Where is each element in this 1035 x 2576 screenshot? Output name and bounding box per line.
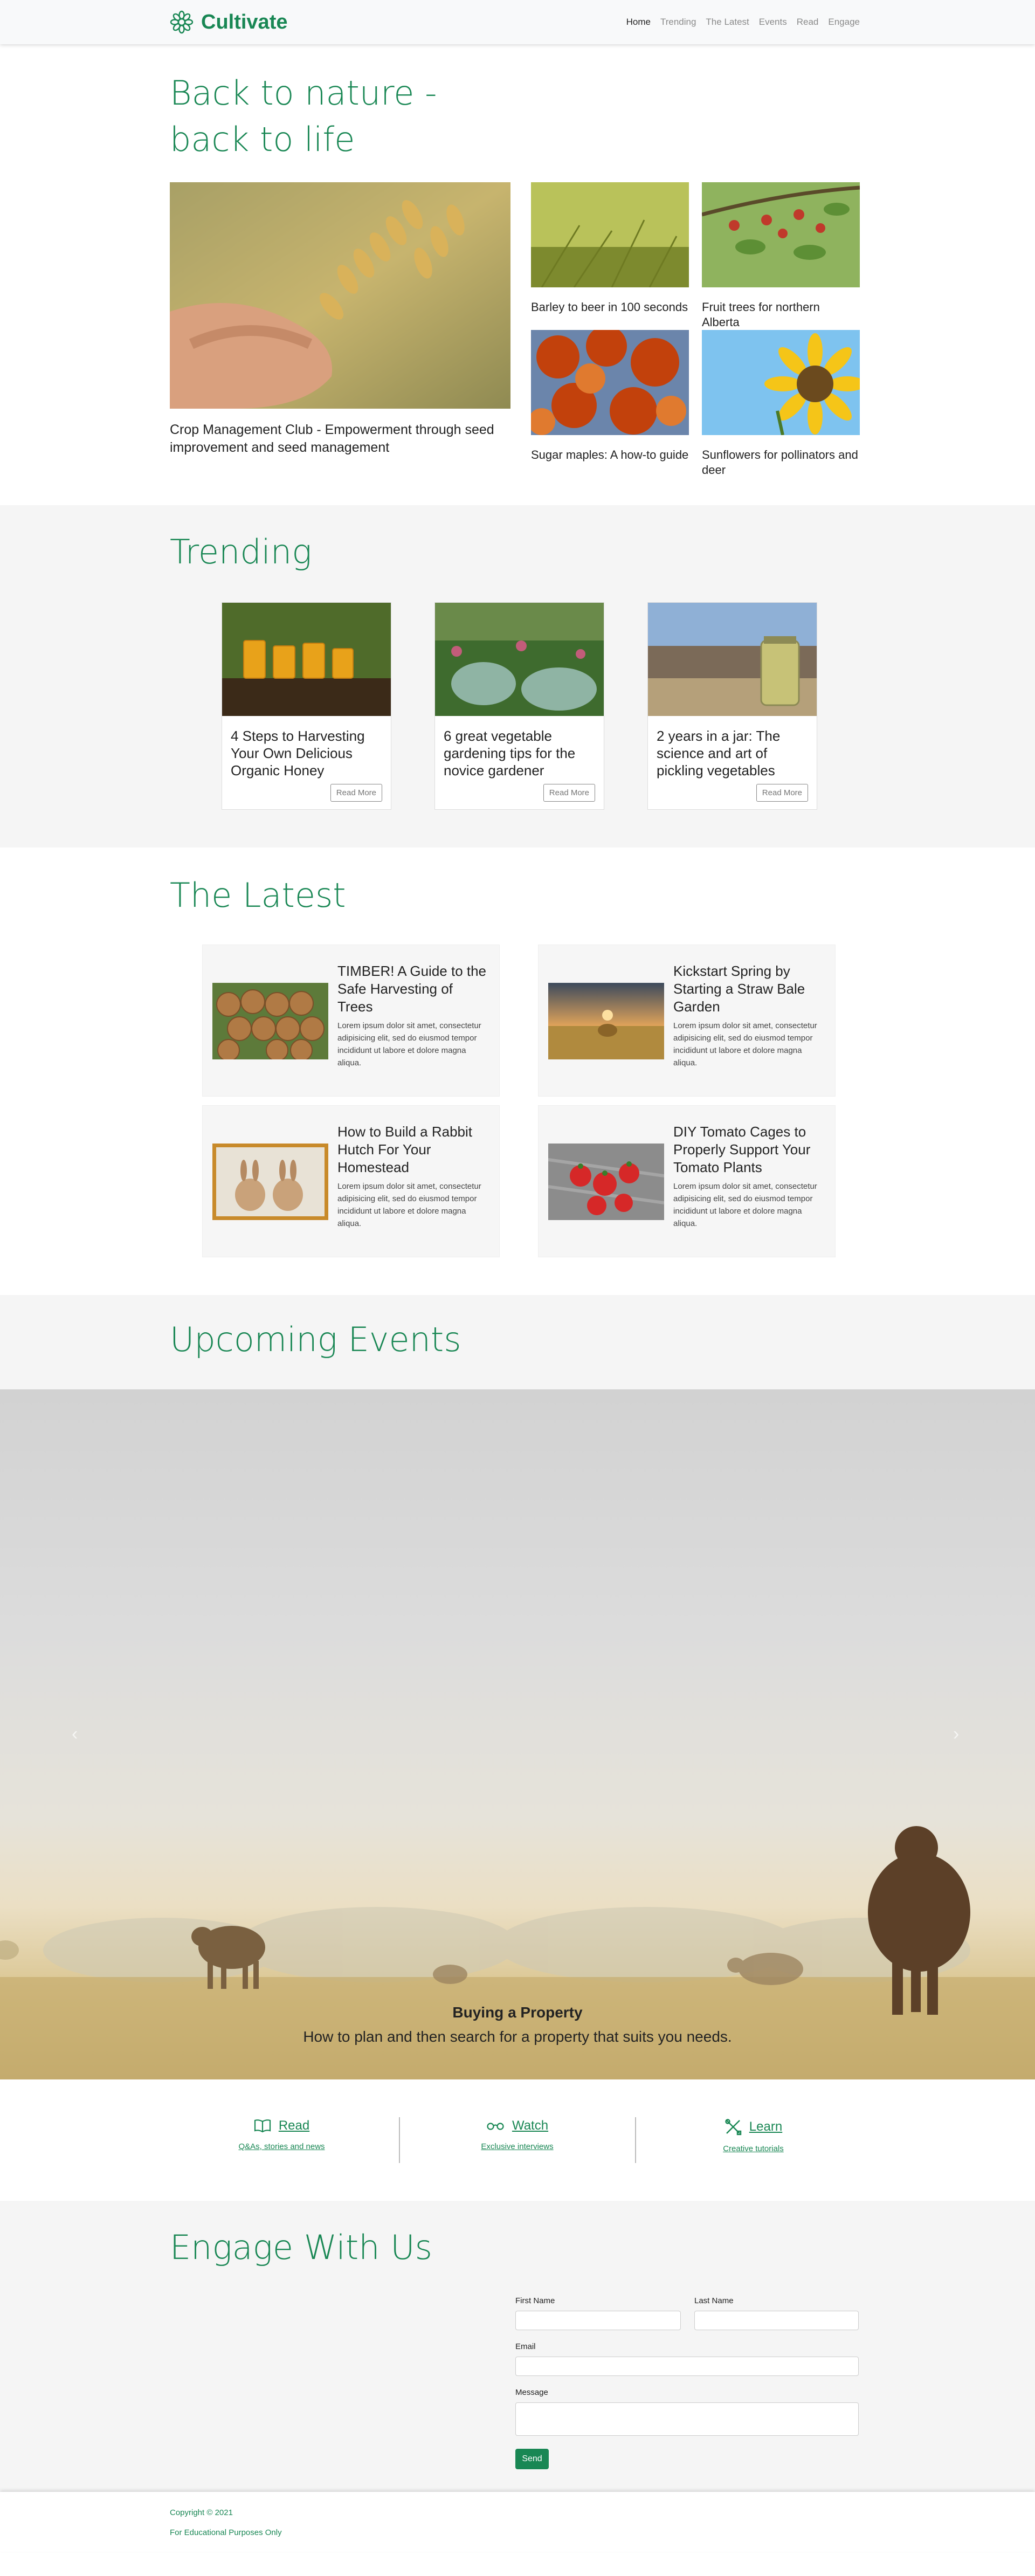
hero-item-caption: Fruit trees for northern Alberta bbox=[702, 300, 820, 329]
latest-card[interactable]: Kickstart Spring by Starting a Straw Bal… bbox=[538, 945, 836, 1097]
last-name-label: Last Name bbox=[694, 2296, 734, 2305]
hero-title: Back to nature - back to life bbox=[170, 73, 437, 159]
engage-section: Engage With Us First Name Last Name Emai… bbox=[0, 2201, 1035, 2492]
events-carousel[interactable]: ‹ › Buying a Property How to plan and th… bbox=[0, 1389, 1035, 2079]
links-section: Read Q&As, stories and news Watch Exclus… bbox=[0, 2079, 1035, 2201]
fruit-tree-image bbox=[701, 182, 860, 287]
hero-item-caption: Barley to beer in 100 seconds bbox=[531, 300, 688, 314]
latest-card-body: Lorem ipsum dolor sit amet, consectetur … bbox=[337, 1182, 481, 1228]
last-name-input[interactable] bbox=[694, 2311, 859, 2330]
book-icon bbox=[254, 2119, 271, 2133]
rabbits-image bbox=[212, 1144, 328, 1220]
latest-card-body: Lorem ipsum dolor sit amet, consectetur … bbox=[673, 1182, 817, 1228]
read-more-button[interactable]: Read More bbox=[543, 784, 595, 802]
latest-card-title: TIMBER! A Guide to the Safe Harvesting o… bbox=[337, 963, 487, 1015]
link-read[interactable]: Read Q&As, stories and news bbox=[164, 2118, 399, 2151]
trending-card[interactable]: 2 years in a jar: The science and art of… bbox=[647, 602, 817, 810]
misty-field-cows-image bbox=[0, 1826, 1035, 2079]
latest-card[interactable]: TIMBER! A Guide to the Safe Harvesting o… bbox=[202, 945, 500, 1097]
latest-card[interactable]: How to Build a Rabbit Hutch For Your Hom… bbox=[202, 1105, 500, 1257]
brand-name: Cultivate bbox=[201, 10, 288, 33]
barley-image bbox=[531, 182, 689, 288]
engage-title: Engage With Us bbox=[170, 2228, 432, 2267]
email-label: Email bbox=[515, 2342, 536, 2351]
carousel-slide-title: Buying a Property bbox=[452, 2004, 583, 2021]
send-button[interactable]: Send bbox=[515, 2449, 549, 2469]
latest-card-body: Lorem ipsum dolor sit amet, consectetur … bbox=[673, 1021, 817, 1067]
link-learn-sub[interactable]: Creative tutorials bbox=[636, 2144, 871, 2153]
link-learn-label[interactable]: Learn bbox=[749, 2119, 782, 2134]
hay-bale-field-image bbox=[548, 983, 664, 1059]
read-more-button[interactable]: Read More bbox=[330, 784, 382, 802]
glasses-icon bbox=[487, 2123, 504, 2130]
message-textarea[interactable] bbox=[515, 2402, 859, 2436]
hero-item-fruit-trees[interactable]: Fruit trees for northern Alberta bbox=[701, 182, 860, 330]
nav-links: Home Trending The Latest Events Read Eng… bbox=[626, 17, 865, 27]
log-pile-image bbox=[212, 983, 328, 1059]
hero-main-caption: Crop Management Club - Empowerment throu… bbox=[170, 422, 494, 455]
carousel-next-icon[interactable]: › bbox=[953, 1724, 959, 1745]
latest-card-title: How to Build a Rabbit Hutch For Your Hom… bbox=[337, 1124, 473, 1175]
brand-link[interactable]: Cultivate bbox=[170, 10, 287, 34]
latest-card-body: Lorem ipsum dolor sit amet, consectetur … bbox=[337, 1021, 481, 1067]
nav-link-trending[interactable]: Trending bbox=[660, 17, 696, 27]
honey-jars-image bbox=[222, 603, 391, 716]
hero-main-item[interactable]: Crop Management Club - Empowerment throu… bbox=[170, 182, 510, 457]
link-read-sub[interactable]: Q&As, stories and news bbox=[164, 2142, 399, 2151]
first-name-input[interactable] bbox=[515, 2311, 681, 2330]
nav-link-engage[interactable]: Engage bbox=[828, 17, 860, 27]
pickle-jar-image bbox=[648, 603, 817, 716]
link-learn[interactable]: Learn Creative tutorials bbox=[636, 2118, 871, 2153]
first-name-label: First Name bbox=[515, 2296, 555, 2305]
vegetable-garden-image bbox=[435, 603, 604, 716]
carousel-prev-icon[interactable]: ‹ bbox=[72, 1724, 78, 1745]
nav-link-events[interactable]: Events bbox=[759, 17, 787, 27]
nav-link-home[interactable]: Home bbox=[626, 17, 651, 27]
trending-card-title: 6 great vegetable gardening tips for the… bbox=[444, 728, 576, 779]
hero-item-barley[interactable]: Barley to beer in 100 seconds bbox=[531, 182, 689, 315]
trending-section: Trending 4 Steps to Harvesting Your Own … bbox=[0, 505, 1035, 848]
trending-title: Trending bbox=[170, 532, 312, 571]
maple-leaves-image bbox=[528, 326, 689, 435]
wheat-hand-image bbox=[170, 182, 510, 409]
flower-logo-icon bbox=[170, 10, 194, 34]
latest-card-title: Kickstart Spring by Starting a Straw Bal… bbox=[673, 963, 805, 1015]
hero-section: Back to nature - back to life Crop Manag… bbox=[0, 44, 1035, 505]
email-input[interactable] bbox=[515, 2357, 859, 2376]
footer-note: For Educational Purposes Only bbox=[170, 2528, 282, 2537]
nav-link-read[interactable]: Read bbox=[797, 17, 819, 27]
trending-card-title: 2 years in a jar: The science and art of… bbox=[657, 728, 781, 779]
carousel-slide-subtitle: How to plan and then search for a proper… bbox=[303, 2028, 732, 2045]
trending-card[interactable]: 4 Steps to Harvesting Your Own Delicious… bbox=[222, 602, 391, 810]
tools-icon bbox=[725, 2119, 741, 2136]
latest-card-title: DIY Tomato Cages to Properly Support You… bbox=[673, 1124, 811, 1175]
latest-section: The Latest TIMBER! A Guide to the Safe H… bbox=[0, 848, 1035, 1295]
latest-title: The Latest bbox=[170, 876, 346, 915]
link-watch[interactable]: Watch Exclusive interviews bbox=[400, 2118, 634, 2151]
hero-item-sugar-maples[interactable]: Sugar maples: A how-to guide bbox=[528, 326, 689, 463]
events-header: Upcoming Events bbox=[0, 1295, 1035, 1389]
navbar: Cultivate Home Trending The Latest Event… bbox=[0, 0, 1035, 44]
hero-item-caption: Sugar maples: A how-to guide bbox=[531, 448, 689, 462]
hero-item-sunflowers[interactable]: Sunflowers for pollinators and deer bbox=[702, 330, 866, 478]
nav-link-latest[interactable]: The Latest bbox=[706, 17, 749, 27]
sunflower-image bbox=[702, 330, 866, 436]
footer: Copyright © 2021 For Educational Purpose… bbox=[0, 2492, 1035, 2552]
events-title: Upcoming Events bbox=[170, 1320, 461, 1359]
latest-card[interactable]: DIY Tomato Cages to Properly Support You… bbox=[538, 1105, 836, 1257]
read-more-button[interactable]: Read More bbox=[756, 784, 808, 802]
footer-copyright: Copyright © 2021 bbox=[170, 2508, 233, 2517]
trending-card-title: 4 Steps to Harvesting Your Own Delicious… bbox=[231, 728, 365, 779]
link-watch-label[interactable]: Watch bbox=[512, 2118, 548, 2133]
message-label: Message bbox=[515, 2388, 548, 2397]
trending-card[interactable]: 6 great vegetable gardening tips for the… bbox=[434, 602, 604, 810]
hero-item-caption: Sunflowers for pollinators and deer bbox=[702, 448, 858, 477]
tomatoes-image bbox=[548, 1144, 664, 1220]
link-read-label[interactable]: Read bbox=[279, 2118, 309, 2133]
link-watch-sub[interactable]: Exclusive interviews bbox=[400, 2142, 634, 2151]
